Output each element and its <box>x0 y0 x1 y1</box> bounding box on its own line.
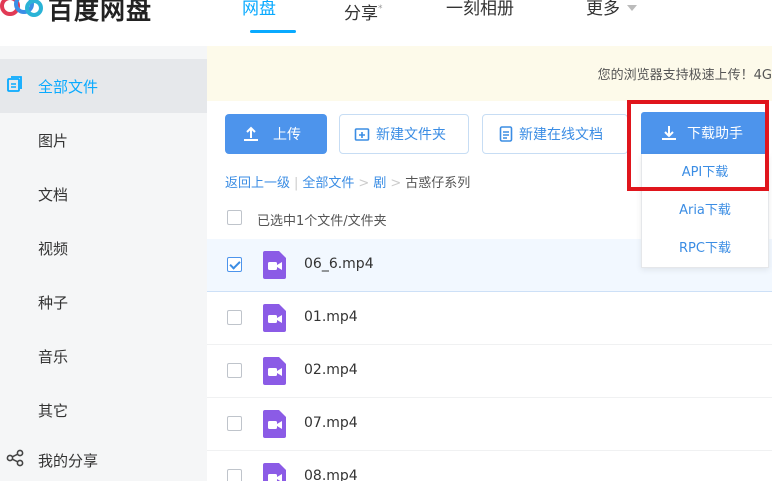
row-checkbox[interactable] <box>227 363 242 378</box>
sidebar-item-label: 全部文件 <box>38 77 99 96</box>
sidebar-item-label: 其它 <box>38 401 69 420</box>
select-all-checkbox[interactable] <box>227 210 242 225</box>
upload-label: 上传 <box>273 127 301 143</box>
sidebar-item-label: 文档 <box>38 185 69 204</box>
file-name[interactable]: 07.mp4 <box>304 415 358 431</box>
document-icon <box>499 126 513 142</box>
sidebar-item-label: 图片 <box>38 131 69 150</box>
file-name[interactable]: 02.mp4 <box>304 362 358 378</box>
new-online-doc-button[interactable]: 新建在线文档 <box>482 114 628 154</box>
video-file-icon <box>262 357 288 385</box>
baidu-netdisk-logo[interactable]: 百度网盘 <box>0 0 152 26</box>
sidebar-item-images[interactable]: 图片 <box>0 113 207 167</box>
selection-count-text: 已选中1个文件/文件夹 <box>257 214 387 229</box>
nav-more[interactable]: 更多 <box>586 0 666 34</box>
nav-share[interactable]: 分享* <box>344 0 404 34</box>
sidebar-item-other[interactable]: 其它 <box>0 383 207 437</box>
file-name[interactable]: 08.mp4 <box>304 468 358 481</box>
breadcrumb-back-link[interactable]: 返回上一级 <box>225 176 290 191</box>
notice-text: 您的浏览器支持极速上传！4G <box>597 68 772 83</box>
video-file-icon <box>262 251 288 279</box>
main-nav: 网盘 分享* 一刻相册 更多 <box>242 0 666 34</box>
nav-moments-album[interactable]: 一刻相册 <box>446 0 546 34</box>
logo-text: 百度网盘 <box>48 0 153 25</box>
file-name[interactable]: 06_6.mp4 <box>304 256 374 272</box>
file-row[interactable]: 02.mp4 <box>207 345 772 398</box>
file-row[interactable]: 08.mp4 <box>207 451 772 481</box>
row-checkbox[interactable] <box>227 416 242 431</box>
share-icon <box>6 449 24 471</box>
breadcrumb-folder-link[interactable]: 剧 <box>373 176 386 191</box>
sidebar-item-videos[interactable]: 视频 <box>0 221 207 275</box>
chevron-down-icon <box>627 5 637 11</box>
menu-item-aria-download[interactable]: Aria下载 <box>642 192 768 230</box>
new-folder-icon <box>354 126 370 142</box>
sidebar: 全部文件 图片 文档 视频 种子 音乐 其它 我的分享 <box>0 46 207 481</box>
row-checkbox[interactable] <box>227 257 242 272</box>
new-folder-label: 新建文件夹 <box>376 127 446 143</box>
sidebar-item-documents[interactable]: 文档 <box>0 167 207 221</box>
upload-notice-bar: 您的浏览器支持极速上传！4G <box>207 46 772 101</box>
file-row[interactable]: 07.mp4 <box>207 398 772 451</box>
upload-button[interactable]: 上传 <box>225 114 327 154</box>
breadcrumb-all-files-link[interactable]: 全部文件 <box>302 176 354 191</box>
video-file-icon <box>262 304 288 332</box>
file-stack-icon <box>6 75 24 97</box>
sidebar-item-torrents[interactable]: 种子 <box>0 275 207 329</box>
top-header: 百度网盘 网盘 分享* 一刻相册 更多 <box>0 0 772 46</box>
breadcrumb: 返回上一级 | 全部文件 > 剧 > 古惑仔系列 <box>225 176 471 191</box>
row-checkbox[interactable] <box>227 310 242 325</box>
sidebar-item-label: 我的分享 <box>38 451 99 470</box>
breadcrumb-current: 古惑仔系列 <box>405 176 471 191</box>
cloud-logo-icon <box>0 0 43 17</box>
new-folder-button[interactable]: 新建文件夹 <box>339 114 469 154</box>
upload-icon <box>243 126 259 142</box>
new-doc-label: 新建在线文档 <box>519 127 603 143</box>
annotation-highlight-box <box>627 100 769 191</box>
sidebar-item-label: 视频 <box>38 239 69 258</box>
row-checkbox[interactable] <box>227 469 242 481</box>
nav-netdisk[interactable]: 网盘 <box>242 0 304 34</box>
sidebar-item-all-files[interactable]: 全部文件 <box>0 59 207 113</box>
sidebar-item-music[interactable]: 音乐 <box>0 329 207 383</box>
menu-item-rpc-download[interactable]: RPC下载 <box>642 230 768 268</box>
sidebar-item-my-shares[interactable]: 我的分享 <box>0 433 207 481</box>
file-row[interactable]: 01.mp4 <box>207 292 772 345</box>
sidebar-item-label: 音乐 <box>38 347 69 366</box>
video-file-icon <box>262 463 288 481</box>
sidebar-item-label: 种子 <box>38 293 69 312</box>
file-name[interactable]: 01.mp4 <box>304 309 358 325</box>
video-file-icon <box>262 410 288 438</box>
